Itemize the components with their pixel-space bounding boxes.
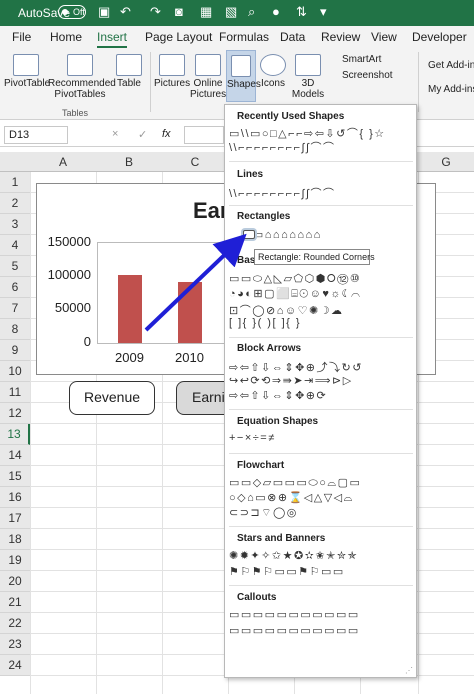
annotation-arrow: [144, 233, 247, 332]
